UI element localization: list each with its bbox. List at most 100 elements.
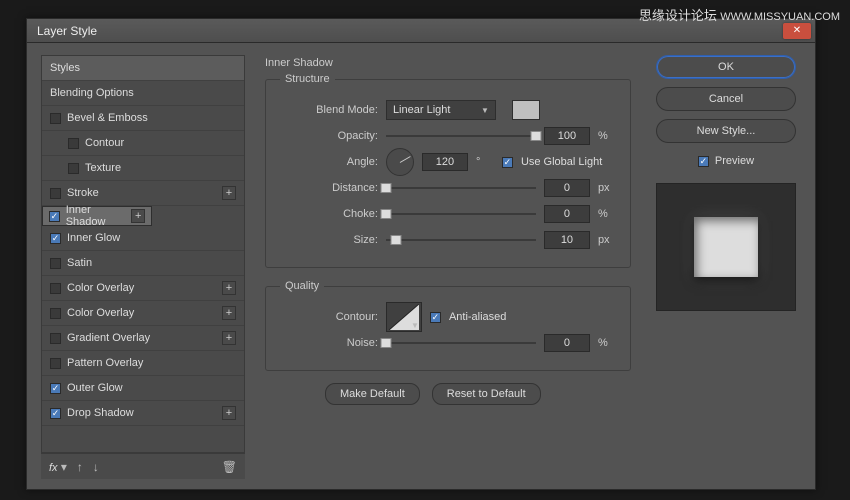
layer-style-dialog: Layer Style ✕ Styles Blending Options Be… [26, 18, 816, 490]
plus-icon[interactable]: + [222, 281, 236, 295]
close-icon[interactable]: ✕ [783, 23, 811, 39]
structure-group: Structure Blend Mode: Linear Light▼ Opac… [265, 73, 631, 268]
contour-row[interactable]: Contour [42, 131, 244, 156]
checkbox-icon[interactable] [50, 113, 61, 124]
unit-label: ° [476, 156, 494, 168]
angle-dial[interactable] [386, 148, 414, 176]
reset-default-button[interactable]: Reset to Default [432, 383, 541, 405]
checkbox-icon[interactable] [50, 283, 61, 294]
inner-shadow-row[interactable]: Inner Shadow+ [42, 206, 152, 226]
row-label: Texture [85, 162, 121, 174]
texture-row[interactable]: Texture [42, 156, 244, 181]
row-label: Outer Glow [67, 382, 123, 394]
color-overlay-row-2[interactable]: Color Overlay+ [42, 301, 244, 326]
ok-button[interactable]: OK [656, 55, 796, 79]
row-label: Pattern Overlay [67, 357, 143, 369]
plus-icon[interactable]: + [222, 406, 236, 420]
quality-legend: Quality [280, 280, 324, 292]
use-global-light-label: Use Global Light [521, 156, 602, 168]
plus-icon[interactable]: + [222, 186, 236, 200]
checkbox-icon[interactable] [50, 383, 61, 394]
fx-toolbar: fx ▾ ↑ ↓ 🗑 [41, 453, 245, 479]
watermark: 思缘设计论坛 WWW.MISSYUAN.COM [639, 5, 840, 24]
structure-legend: Structure [280, 73, 335, 85]
plus-icon[interactable]: + [222, 306, 236, 320]
panel-title: Inner Shadow [265, 57, 631, 69]
make-default-button[interactable]: Make Default [325, 383, 420, 405]
checkbox-icon[interactable] [68, 138, 79, 149]
drop-shadow-row[interactable]: Drop Shadow + [42, 401, 244, 426]
opacity-input[interactable]: 100 [544, 127, 590, 145]
size-label: Size: [280, 234, 378, 246]
plus-icon[interactable]: + [131, 209, 145, 223]
row-label: Contour [85, 137, 124, 149]
choke-slider[interactable] [386, 207, 536, 221]
contour-picker[interactable]: ▼ [386, 302, 422, 332]
settings-panel: Inner Shadow Structure Blend Mode: Linea… [259, 55, 637, 479]
use-global-light-checkbox[interactable] [502, 157, 513, 168]
unit-label: px [598, 234, 616, 246]
preview-swatch [694, 217, 758, 277]
checkbox-icon[interactable] [50, 333, 61, 344]
row-label: Drop Shadow [67, 407, 134, 419]
distance-input[interactable]: 0 [544, 179, 590, 197]
inner-glow-row[interactable]: Inner Glow [42, 226, 244, 251]
unit-label: % [598, 337, 616, 349]
color-swatch[interactable] [512, 100, 540, 120]
opacity-slider[interactable] [386, 129, 536, 143]
noise-slider[interactable] [386, 336, 536, 350]
trash-icon[interactable]: 🗑 [222, 460, 237, 474]
color-overlay-row-1[interactable]: Color Overlay+ [42, 276, 244, 301]
pattern-overlay-row[interactable]: Pattern Overlay [42, 351, 244, 376]
row-label: Bevel & Emboss [67, 112, 148, 124]
anti-aliased-checkbox[interactable] [430, 312, 441, 323]
fx-menu-icon[interactable]: fx ▾ [49, 460, 67, 474]
distance-label: Distance: [280, 182, 378, 194]
size-slider[interactable] [386, 233, 536, 247]
distance-slider[interactable] [386, 181, 536, 195]
choke-input[interactable]: 0 [544, 205, 590, 223]
angle-input[interactable]: 120 [422, 153, 468, 171]
size-input[interactable]: 10 [544, 231, 590, 249]
dialog-title: Layer Style [31, 24, 783, 38]
right-column: OK Cancel New Style... Preview [651, 55, 801, 479]
noise-label: Noise: [280, 337, 378, 349]
choke-label: Choke: [280, 208, 378, 220]
row-label: Inner Shadow [66, 204, 132, 228]
checkbox-icon[interactable] [50, 408, 61, 419]
checkbox-icon[interactable] [68, 163, 79, 174]
preview-checkbox[interactable] [698, 156, 709, 167]
styles-column: Styles Blending Options Bevel & Emboss C… [41, 55, 245, 479]
checkbox-icon[interactable] [50, 308, 61, 319]
opacity-label: Opacity: [280, 130, 378, 142]
arrow-up-icon[interactable]: ↑ [77, 460, 83, 474]
chevron-down-icon: ▼ [481, 106, 489, 115]
checkbox-icon[interactable] [50, 188, 61, 199]
blending-options-row[interactable]: Blending Options [42, 81, 244, 106]
arrow-down-icon[interactable]: ↓ [93, 460, 99, 474]
gradient-overlay-row[interactable]: Gradient Overlay + [42, 326, 244, 351]
styles-header-label: Styles [50, 62, 80, 74]
noise-input[interactable]: 0 [544, 334, 590, 352]
unit-label: % [598, 130, 616, 142]
satin-row[interactable]: Satin [42, 251, 244, 276]
cancel-button[interactable]: Cancel [656, 87, 796, 111]
contour-label: Contour: [280, 311, 378, 323]
checkbox-icon[interactable] [49, 211, 60, 222]
checkbox-icon[interactable] [50, 358, 61, 369]
bevel-emboss-row[interactable]: Bevel & Emboss [42, 106, 244, 131]
plus-icon[interactable]: + [222, 331, 236, 345]
row-label: Inner Glow [67, 232, 120, 244]
new-style-button[interactable]: New Style... [656, 119, 796, 143]
blend-mode-select[interactable]: Linear Light▼ [386, 100, 496, 120]
blend-mode-label: Blend Mode: [280, 104, 378, 116]
stroke-row[interactable]: Stroke+ [42, 181, 244, 206]
chevron-down-icon: ▼ [411, 321, 419, 330]
checkbox-icon[interactable] [50, 233, 61, 244]
quality-group: Quality Contour: ▼ Anti-aliased Noise: 0… [265, 280, 631, 371]
checkbox-icon[interactable] [50, 258, 61, 269]
preview-label: Preview [715, 155, 754, 167]
row-label: Gradient Overlay [67, 332, 150, 344]
styles-header-row[interactable]: Styles [42, 56, 244, 81]
outer-glow-row[interactable]: Outer Glow [42, 376, 244, 401]
